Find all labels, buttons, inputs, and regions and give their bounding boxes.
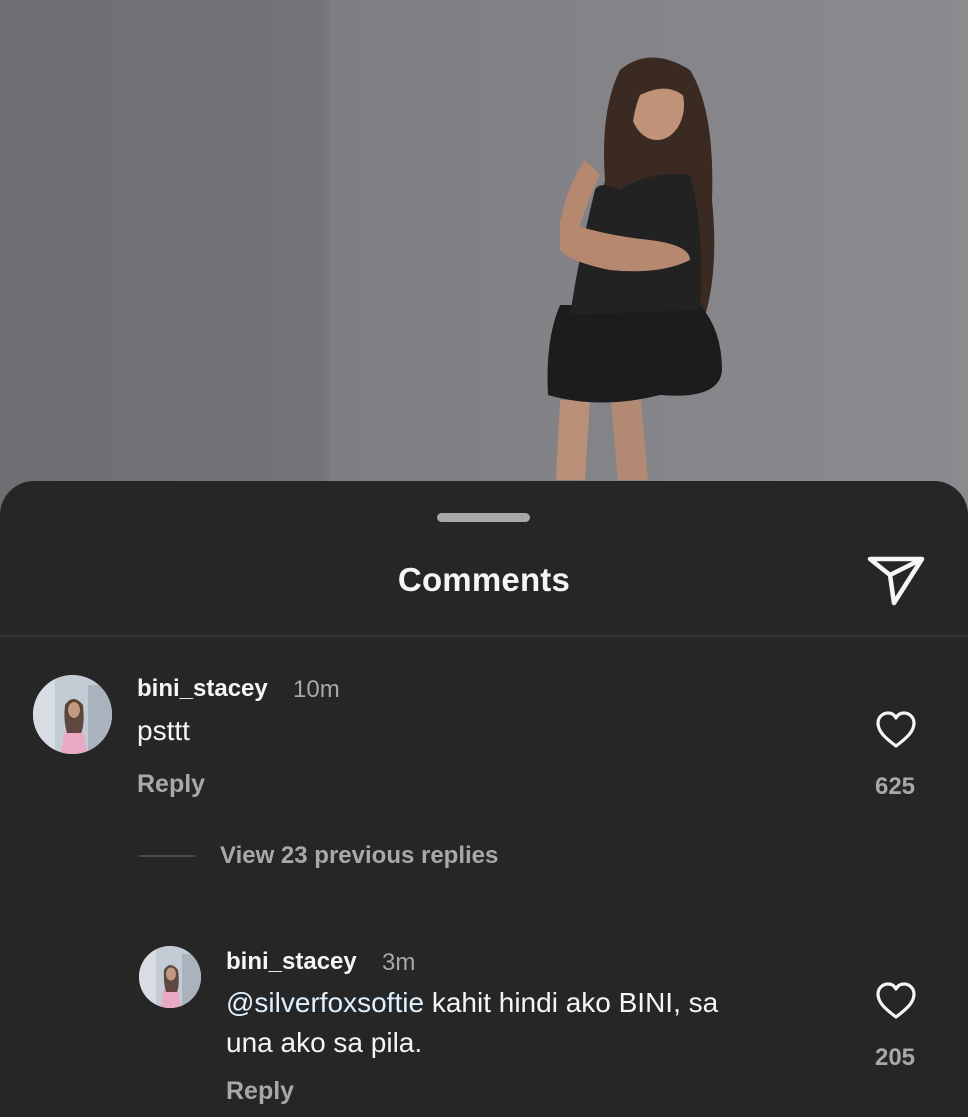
send-icon[interactable] xyxy=(866,551,926,607)
reply-button[interactable]: Reply xyxy=(226,1077,294,1106)
comments-sheet: Comments bini_stacey 10m psttt Reply 625… xyxy=(0,481,968,1117)
like-count: 625 xyxy=(874,773,916,800)
post-photo xyxy=(0,0,968,540)
comment-text-line: kahit hindi ako BINI, sa xyxy=(424,987,719,1018)
comment-text: @silverfoxsoftie kahit hindi ako BINI, s… xyxy=(226,983,846,1063)
comment-time: 10m xyxy=(293,676,340,703)
comment-username[interactable]: bini_stacey xyxy=(226,948,357,976)
avatar[interactable] xyxy=(139,946,201,1008)
comment-time: 3m xyxy=(382,949,416,976)
sheet-grabber-handle[interactable] xyxy=(437,513,530,522)
avatar[interactable] xyxy=(33,675,112,754)
reply-button[interactable]: Reply xyxy=(137,770,205,799)
view-previous-replies-button[interactable]: View 23 previous replies xyxy=(220,842,498,870)
sheet-title: Comments xyxy=(397,561,571,598)
sheet-divider xyxy=(0,635,968,637)
heart-icon[interactable] xyxy=(874,710,918,750)
like-count: 205 xyxy=(874,1044,916,1071)
user-mention-link[interactable]: @silverfoxsoftie xyxy=(226,987,424,1018)
replies-divider-line xyxy=(139,855,195,857)
post-photo-figure xyxy=(0,0,722,540)
comment-text-line: una ako sa pila. xyxy=(226,1027,423,1058)
heart-icon[interactable] xyxy=(874,981,918,1021)
comment-username[interactable]: bini_stacey xyxy=(137,675,268,703)
comment-text: psttt xyxy=(137,715,190,746)
